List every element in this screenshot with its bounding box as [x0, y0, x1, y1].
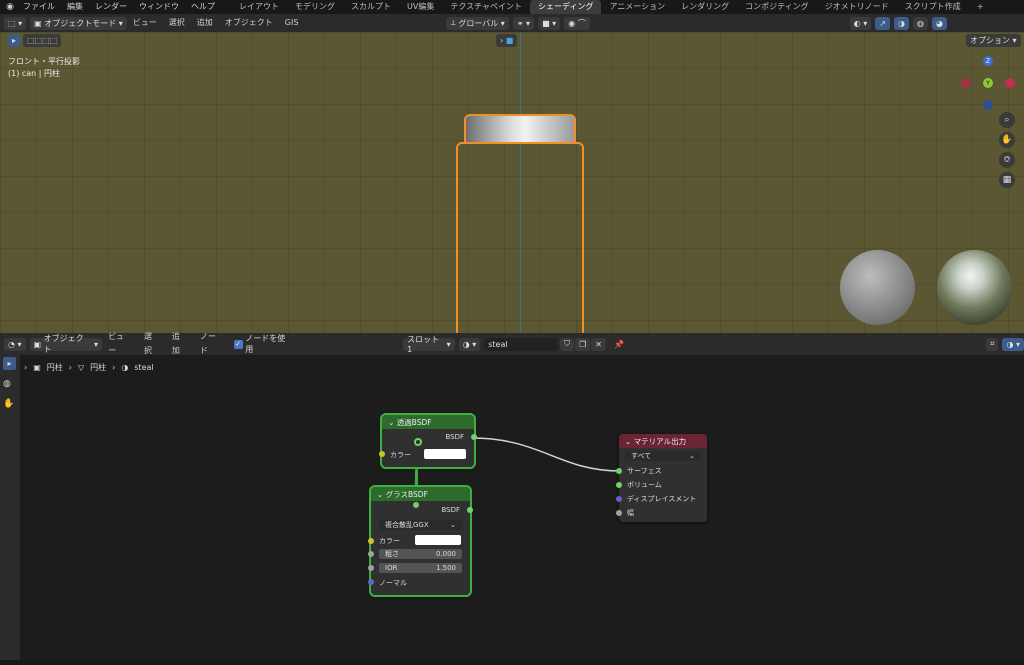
- link-transparent-to-output: [471, 437, 621, 472]
- output-label: BSDF: [445, 433, 464, 441]
- input-color-socket[interactable]: [368, 538, 374, 544]
- roughness-value: 0.000: [435, 550, 456, 558]
- node-header[interactable]: ⌄ マテリアル出力: [619, 434, 707, 448]
- link-socket[interactable]: [413, 502, 419, 508]
- input-ior-socket[interactable]: [368, 565, 374, 571]
- input-volume-label: ボリューム: [627, 481, 662, 489]
- color-swatch[interactable]: [424, 449, 466, 459]
- node-header[interactable]: ⌄ 透過BSDF: [382, 415, 474, 429]
- input-normal-socket[interactable]: [368, 579, 374, 585]
- status-bar: [0, 660, 1024, 665]
- ior-value: 1.500: [435, 564, 456, 572]
- node-transparent-bsdf[interactable]: ⌄ 透過BSDF BSDF カラー: [379, 413, 477, 469]
- input-roughness-socket[interactable]: [368, 551, 374, 557]
- distribution-label: 複合散乱GGX: [385, 521, 429, 529]
- ior-field[interactable]: IOR 1.500: [379, 563, 462, 573]
- output-label: BSDF: [441, 506, 460, 514]
- output-socket[interactable]: [471, 434, 477, 440]
- input-volume-socket[interactable]: [616, 482, 622, 488]
- node-material-output[interactable]: ⌄ マテリアル出力 すべて ⌄ サーフェス ボリューム ディスプレイスメント 幅: [616, 434, 707, 522]
- input-color-label: カラー: [379, 537, 400, 545]
- input-normal-label: ノーマル: [379, 579, 407, 587]
- chevron-down-icon: ⌄: [689, 452, 695, 460]
- node-title: マテリアル出力: [633, 436, 687, 446]
- socket-ring-icon[interactable]: [414, 438, 422, 446]
- distribution-select[interactable]: 複合散乱GGX ⌄: [379, 520, 462, 530]
- node-title: グラスBSDF: [385, 489, 428, 499]
- target-label: すべて: [631, 452, 652, 460]
- color-swatch[interactable]: [415, 535, 461, 545]
- input-thickness-label: 幅: [627, 509, 634, 517]
- chevron-down-icon: ⌄: [377, 489, 384, 499]
- input-thickness-socket[interactable]: [616, 510, 622, 516]
- node-header[interactable]: ⌄ グラスBSDF: [371, 487, 470, 501]
- node-glass-bsdf[interactable]: ⌄ グラスBSDF BSDF 複合散乱GGX ⌄ カラー 粗さ 0.000 IOR 1…: [368, 485, 473, 597]
- target-select[interactable]: すべて ⌄: [625, 451, 701, 461]
- chevron-down-icon: ⌄: [388, 417, 395, 427]
- input-displacement-socket[interactable]: [616, 496, 622, 502]
- chevron-down-icon: ⌄: [450, 521, 456, 529]
- output-socket[interactable]: [467, 507, 473, 513]
- input-color-socket[interactable]: [379, 451, 385, 457]
- input-color-label: カラー: [390, 451, 411, 459]
- node-links: [414, 437, 621, 507]
- input-surface-socket[interactable]: [616, 468, 622, 474]
- chevron-down-icon: ⌄: [625, 436, 632, 446]
- node-title: 透過BSDF: [396, 417, 432, 427]
- input-surface-label: サーフェス: [627, 467, 662, 475]
- ior-label: IOR: [385, 564, 398, 572]
- input-displacement-label: ディスプレイスメント: [627, 495, 697, 503]
- roughness-field[interactable]: 粗さ 0.000: [379, 549, 462, 559]
- roughness-label: 粗さ: [385, 550, 399, 558]
